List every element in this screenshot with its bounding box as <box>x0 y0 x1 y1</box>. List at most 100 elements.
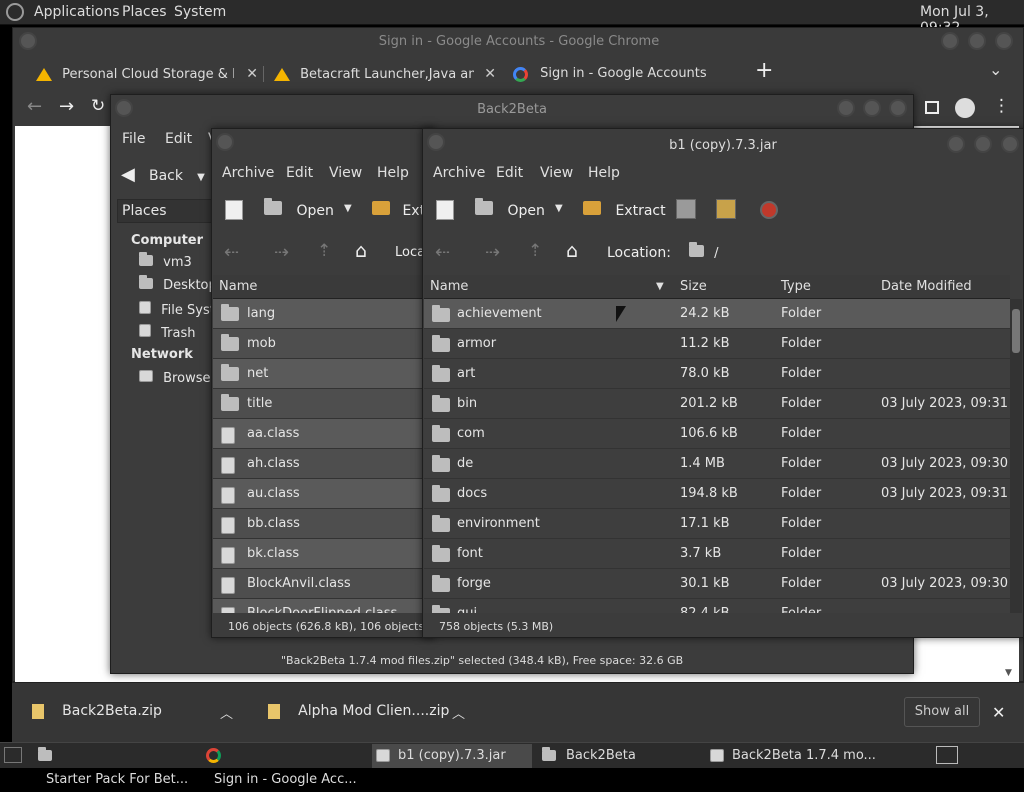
home-icon[interactable]: ⌂ <box>566 240 578 262</box>
back-arrow-icon[interactable]: ⇠ <box>435 242 450 263</box>
sidebar-item-filesystem[interactable]: File Syst <box>139 301 215 318</box>
menu-file[interactable]: File <box>122 126 145 152</box>
window-menu-button[interactable] <box>115 99 133 117</box>
open-button[interactable]: Open <box>475 198 545 219</box>
sidebar-item-desktop[interactable]: Desktop <box>139 275 217 293</box>
close-button[interactable] <box>889 99 907 117</box>
chevron-down-icon[interactable]: ▼ <box>344 203 352 214</box>
table-row[interactable]: bin 201.2 kB Folder 03 July 2023, 09:31 <box>424 389 1010 419</box>
up-arrow-icon[interactable]: ⇡ <box>317 241 331 261</box>
table-row[interactable]: achievement 24.2 kB Folder <box>424 299 1010 329</box>
table-row[interactable]: font 3.7 kB Folder <box>424 539 1010 569</box>
chrome-maximize-button[interactable] <box>968 32 986 50</box>
close-downloads-icon[interactable]: ✕ <box>992 703 1005 722</box>
column-header-type[interactable]: Type <box>781 275 811 299</box>
list-item[interactable]: bb.class <box>213 509 435 539</box>
chrome-minimize-button[interactable] <box>941 32 959 50</box>
places-header[interactable]: Places <box>117 199 213 223</box>
places-menu[interactable]: Places <box>122 4 167 20</box>
window-menu-button[interactable] <box>427 133 445 151</box>
list-item[interactable]: au.class <box>213 479 435 509</box>
applications-menu[interactable]: Applications <box>34 4 120 20</box>
new-archive-icon[interactable] <box>436 200 454 220</box>
show-desktop-icon[interactable] <box>4 747 22 763</box>
list-item[interactable]: aa.class <box>213 419 435 449</box>
taskbar-item-back2beta-zip[interactable]: Back2Beta 1.7.4 mo... <box>710 744 880 768</box>
location-path[interactable]: / <box>689 242 719 261</box>
add-folder-icon[interactable] <box>716 199 736 219</box>
list-item[interactable]: BlockDoorFlipped.class <box>213 599 435 613</box>
menu-edit[interactable]: Edit <box>286 160 313 186</box>
scrollbar-thumb[interactable] <box>1012 309 1020 353</box>
vertical-scrollbar[interactable] <box>1010 299 1022 613</box>
table-row[interactable]: gui 82.4 kB Folder <box>424 599 1010 613</box>
new-archive-icon[interactable] <box>225 200 243 220</box>
chrome-menu-icon[interactable]: ⋮ <box>993 96 1010 116</box>
table-row[interactable]: forge 30.1 kB Folder 03 July 2023, 09:30 <box>424 569 1010 599</box>
taskbar-item-starter-pack[interactable]: Starter Pack For Bet... <box>38 744 202 787</box>
new-tab-button[interactable]: + <box>755 58 773 83</box>
menu-edit[interactable]: Edit <box>165 126 192 152</box>
maximize-button[interactable] <box>863 99 881 117</box>
tab-betacraft[interactable]: Betacraft Launcher,Java and v ✕ <box>271 60 499 88</box>
menu-help[interactable]: Help <box>377 160 409 186</box>
gnome-foot-icon[interactable] <box>6 3 24 21</box>
table-row[interactable]: armor 11.2 kB Folder <box>424 329 1010 359</box>
stop-icon[interactable] <box>760 201 778 219</box>
tab-cloud-storage[interactable]: Personal Cloud Storage & File ✕ <box>33 60 263 88</box>
back-arrow-icon[interactable]: ← <box>27 96 42 117</box>
extract-button[interactable]: Extract <box>583 201 666 219</box>
table-row[interactable]: de 1.4 MB Folder 03 July 2023, 09:30 <box>424 449 1010 479</box>
reload-icon[interactable]: ↻ <box>91 96 105 116</box>
side-panel-icon[interactable] <box>925 101 939 114</box>
back-button[interactable]: ◀ Back ▼ <box>121 161 213 189</box>
chrome-close-button[interactable] <box>995 32 1013 50</box>
list-item[interactable]: lang <box>213 299 435 329</box>
menu-edit[interactable]: Edit <box>496 160 523 186</box>
chevron-down-icon[interactable]: ▼ <box>555 203 563 214</box>
column-header-name[interactable]: Name <box>430 275 468 299</box>
sidebar-item-trash[interactable]: Trash <box>139 324 196 341</box>
column-header-date[interactable]: Date Modified <box>881 275 972 299</box>
show-all-button[interactable]: Show all <box>904 697 980 727</box>
home-icon[interactable]: ⌂ <box>355 240 367 262</box>
list-item[interactable]: mob <box>213 329 435 359</box>
maximize-button[interactable] <box>974 135 992 153</box>
window-menu-button[interactable] <box>216 133 234 151</box>
forward-arrow-icon[interactable]: ⇢ <box>485 242 500 263</box>
tab-search-button[interactable]: ⌄ <box>989 60 1002 79</box>
chevron-up-icon[interactable]: ︿ <box>220 703 233 722</box>
back-arrow-icon[interactable]: ⇠ <box>224 242 239 263</box>
minimize-button[interactable] <box>947 135 965 153</box>
chrome-menu-button[interactable] <box>19 32 37 50</box>
table-row[interactable]: docs 194.8 kB Folder 03 July 2023, 09:31 <box>424 479 1010 509</box>
taskbar-item-archive[interactable]: b1 (copy).7.3.jar <box>372 744 532 768</box>
profile-avatar-icon[interactable] <box>955 98 975 118</box>
download-item[interactable]: Alpha Mod Clien....zip ︿ <box>268 703 468 723</box>
workspace-switcher-icon[interactable] <box>936 746 958 764</box>
column-header-name[interactable]: Name <box>213 275 435 299</box>
menu-view[interactable]: View <box>540 160 573 186</box>
close-icon[interactable]: ✕ <box>484 66 496 82</box>
scroll-down-icon[interactable]: ▼ <box>1005 668 1012 678</box>
column-header-size[interactable]: Size <box>680 275 707 299</box>
table-row[interactable]: art 78.0 kB Folder <box>424 359 1010 389</box>
open-button[interactable]: Open <box>264 198 334 219</box>
table-row[interactable]: com 106.6 kB Folder <box>424 419 1010 449</box>
list-item[interactable]: BlockAnvil.class <box>213 569 435 599</box>
tab-google-signin[interactable]: Sign in - Google Accounts ✕ <box>509 60 735 111</box>
forward-arrow-icon[interactable]: ⇢ <box>274 242 289 263</box>
close-icon[interactable]: ✕ <box>246 66 258 82</box>
list-item[interactable]: ah.class <box>213 449 435 479</box>
up-arrow-icon[interactable]: ⇡ <box>528 241 542 261</box>
chevron-up-icon[interactable]: ︿ <box>452 703 465 722</box>
menu-view[interactable]: View <box>329 160 362 186</box>
menu-archive[interactable]: Archive <box>222 160 274 186</box>
menu-archive[interactable]: Archive <box>433 160 485 186</box>
list-item[interactable]: title <box>213 389 435 419</box>
minimize-button[interactable] <box>837 99 855 117</box>
extract-button[interactable]: Ext <box>372 201 425 219</box>
sidebar-item-browse-network[interactable]: Browse <box>139 370 210 386</box>
close-button[interactable] <box>1001 135 1019 153</box>
taskbar-item-back2beta[interactable]: Back2Beta <box>542 744 702 768</box>
